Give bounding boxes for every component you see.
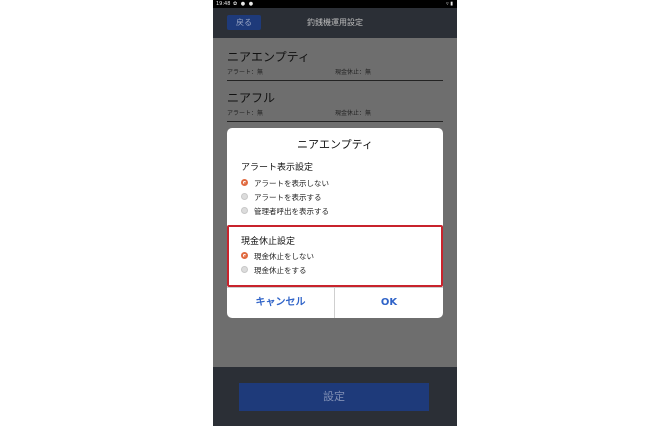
near-empty-dialog: ニアエンプティ アラート表示設定 アラートを表示しない アラートを表示する 管理…	[227, 128, 443, 318]
radio-selected-icon	[241, 252, 248, 259]
radio-unselected-icon	[241, 193, 248, 200]
setting-name: ニアエンプティ	[227, 50, 310, 64]
cancel-button[interactable]: キャンセル	[227, 288, 334, 318]
status-right-icons: ▿ ▮	[446, 1, 453, 7]
setting-cash-stop-status: 現金休止：無	[335, 110, 372, 117]
bottom-bar: 設定	[213, 367, 457, 426]
radio-label: 現金休止をしない	[254, 252, 314, 261]
status-bar: 19:48 ✿ ● ● ▿ ▮	[213, 0, 457, 8]
setting-alert-status: アラート：無	[227, 69, 264, 76]
radio-label: 管理者呼出を表示する	[254, 207, 329, 216]
radio-selected-icon	[241, 179, 248, 186]
ok-button[interactable]: OK	[335, 288, 443, 318]
set-button[interactable]: 設定	[239, 383, 429, 411]
setting-name: ニアフル	[227, 91, 276, 105]
cash-section-heading: 現金休止設定	[241, 237, 296, 247]
setting-cash-stop-status: 現金休止：無	[335, 69, 372, 76]
radio-label: 現金休止をする	[254, 266, 307, 275]
radio-unselected-icon	[241, 207, 248, 214]
setting-item-near-empty[interactable]: ニアエンプティ アラート：無 現金休止：無	[227, 42, 443, 81]
back-button[interactable]: 戻る	[227, 15, 261, 30]
radio-label: アラートを表示しない	[254, 179, 329, 188]
alert-section-heading: アラート表示設定	[241, 163, 314, 173]
dialog-title: ニアエンプティ	[296, 138, 373, 151]
status-icons: ✿ ● ●	[233, 1, 255, 7]
setting-alert-status: アラート：無	[227, 110, 264, 117]
status-time: 19:48	[216, 1, 231, 7]
radio-unselected-icon	[241, 266, 248, 273]
radio-label: アラートを表示する	[254, 193, 322, 202]
app-bar: 釣銭機運用設定 戻る	[213, 8, 457, 38]
setting-item-near-full[interactable]: ニアフル アラート：無 現金休止：無	[227, 83, 443, 122]
